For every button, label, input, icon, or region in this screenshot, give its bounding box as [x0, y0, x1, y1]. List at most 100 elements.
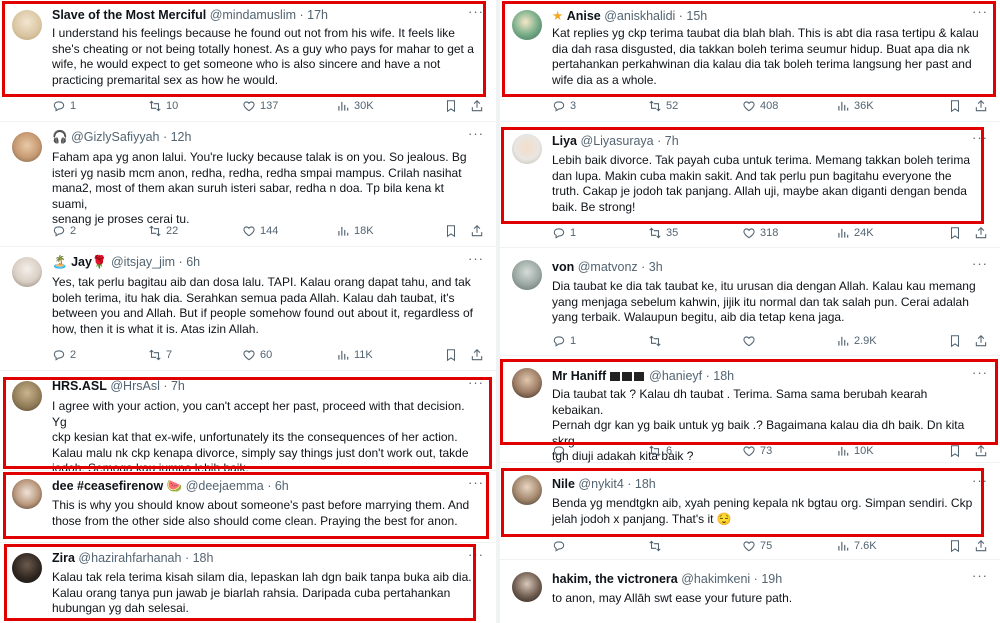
- tweet[interactable]: Zira @hazirahfarhanah · 18h ··· Kalau tak…: [0, 543, 496, 623]
- retweet-button[interactable]: 35: [648, 226, 678, 240]
- views-button[interactable]: 2.9K: [836, 334, 877, 348]
- more-icon[interactable]: ···: [468, 126, 484, 141]
- views-button[interactable]: 30K: [336, 99, 374, 113]
- avatar[interactable]: [12, 132, 42, 162]
- author-name[interactable]: Jay: [71, 255, 92, 269]
- avatar[interactable]: [12, 10, 42, 40]
- avatar[interactable]: [512, 10, 542, 40]
- timestamp[interactable]: 3h: [649, 260, 663, 274]
- timestamp[interactable]: 7h: [665, 134, 679, 148]
- views-button[interactable]: 7.6K: [836, 539, 877, 553]
- more-icon[interactable]: ···: [972, 4, 988, 19]
- share-button[interactable]: [470, 348, 484, 362]
- author-handle[interactable]: @hazirahfarhanah: [78, 551, 181, 565]
- retweet-button[interactable]: 52: [648, 99, 678, 113]
- retweet-button[interactable]: 22: [148, 224, 178, 238]
- tweet[interactable]: Slave of the Most Merciful @mindamuslim …: [0, 0, 496, 122]
- views-button[interactable]: 36K: [836, 99, 874, 113]
- author-name[interactable]: Slave of the Most Merciful: [52, 8, 206, 22]
- author-handle[interactable]: @mindamuslim: [210, 8, 296, 22]
- timestamp[interactable]: 15h: [686, 9, 707, 23]
- avatar[interactable]: [12, 553, 42, 583]
- more-icon[interactable]: ···: [972, 130, 988, 145]
- views-button[interactable]: 18K: [336, 224, 374, 238]
- views-button[interactable]: 10K: [836, 444, 874, 458]
- reply-button[interactable]: [552, 444, 570, 458]
- reply-button[interactable]: [552, 539, 570, 553]
- timestamp[interactable]: 7h: [171, 379, 185, 393]
- retweet-button[interactable]: 6: [648, 444, 672, 458]
- reply-button[interactable]: 2: [52, 224, 76, 238]
- author-name[interactable]: Nile: [552, 477, 575, 491]
- author-handle[interactable]: @GizlySafiyyah: [71, 130, 159, 144]
- more-icon[interactable]: ···: [468, 547, 484, 562]
- tweet[interactable]: Liya @Liyasuraya · 7h ··· Lebih baik divo…: [500, 122, 1000, 248]
- more-icon[interactable]: ···: [468, 4, 484, 19]
- avatar[interactable]: [12, 381, 42, 411]
- author-handle[interactable]: @hanieyf: [649, 369, 702, 383]
- timestamp[interactable]: 17h: [307, 8, 328, 22]
- author-name[interactable]: von: [552, 260, 574, 274]
- like-button[interactable]: [742, 334, 760, 348]
- bookmark-button[interactable]: [948, 444, 962, 458]
- share-button[interactable]: [974, 99, 988, 113]
- avatar[interactable]: [12, 479, 42, 509]
- author-handle[interactable]: @HrsAsl: [110, 379, 160, 393]
- more-icon[interactable]: ···: [972, 473, 988, 488]
- author-handle[interactable]: @nykit4: [578, 477, 623, 491]
- author-handle[interactable]: @hakimkeni: [681, 572, 750, 586]
- share-button[interactable]: [470, 224, 484, 238]
- more-icon[interactable]: ···: [468, 475, 484, 490]
- timestamp[interactable]: 18h: [713, 369, 734, 383]
- like-button[interactable]: 318: [742, 226, 778, 240]
- like-button[interactable]: 75: [742, 539, 772, 553]
- avatar[interactable]: [512, 572, 542, 602]
- reply-button[interactable]: 2: [52, 348, 76, 362]
- share-button[interactable]: [974, 226, 988, 240]
- reply-button[interactable]: 1: [552, 226, 576, 240]
- reply-button[interactable]: 3: [552, 99, 576, 113]
- avatar[interactable]: [512, 260, 542, 290]
- tweet[interactable]: HRS.ASL @HrsAsl · 7h ··· I agree with you…: [0, 371, 496, 475]
- share-button[interactable]: [974, 444, 988, 458]
- tweet[interactable]: Mr Haniff @hanieyf · 18h ··· Dia taubat t…: [500, 356, 1000, 463]
- tweet[interactable]: 🏝️ Jay🌹 @itsjay_jim · 6h ··· Yes, tak per…: [0, 247, 496, 371]
- retweet-button[interactable]: [648, 539, 666, 553]
- author-name[interactable]: dee #ceasefirenow: [52, 479, 163, 493]
- author-name[interactable]: hakim, the victronera: [552, 572, 678, 586]
- avatar[interactable]: [512, 368, 542, 398]
- retweet-button[interactable]: 7: [148, 348, 172, 362]
- bookmark-button[interactable]: [444, 99, 458, 113]
- bookmark-button[interactable]: [444, 348, 458, 362]
- tweet[interactable]: hakim, the victronera @hakimkeni · 19h ··…: [500, 560, 1000, 623]
- bookmark-button[interactable]: [948, 99, 962, 113]
- avatar[interactable]: [512, 475, 542, 505]
- bookmark-button[interactable]: [948, 334, 962, 348]
- more-icon[interactable]: ···: [972, 365, 988, 380]
- tweet[interactable]: Nile @nykit4 · 18h ··· Benda yg mendtgkn …: [500, 463, 1000, 560]
- tweet[interactable]: ★ Anise @aniskhalidi · 15h ··· Kat replie…: [500, 0, 1000, 122]
- bookmark-button[interactable]: [444, 224, 458, 238]
- timestamp[interactable]: 18h: [635, 477, 656, 491]
- author-handle[interactable]: @deejaemma: [186, 479, 264, 493]
- bookmark-button[interactable]: [948, 539, 962, 553]
- author-name[interactable]: Zira: [52, 551, 75, 565]
- tweet[interactable]: dee #ceasefirenow 🍉 @deejaemma · 6h ··· T…: [0, 471, 496, 543]
- reply-button[interactable]: 1: [52, 99, 76, 113]
- tweet[interactable]: 🎧 @GizlySafiyyah · 12h ··· Faham apa yg a…: [0, 122, 496, 247]
- like-button[interactable]: 60: [242, 348, 272, 362]
- author-name[interactable]: HRS.ASL: [52, 379, 107, 393]
- avatar[interactable]: [512, 134, 542, 164]
- retweet-button[interactable]: [648, 334, 666, 348]
- more-icon[interactable]: ···: [972, 256, 988, 271]
- author-handle[interactable]: @aniskhalidi: [604, 9, 675, 23]
- more-icon[interactable]: ···: [972, 568, 988, 583]
- timestamp[interactable]: 19h: [761, 572, 782, 586]
- reply-button[interactable]: 1: [552, 334, 576, 348]
- views-button[interactable]: 24K: [836, 226, 874, 240]
- author-handle[interactable]: @matvonz: [578, 260, 638, 274]
- share-button[interactable]: [974, 539, 988, 553]
- bookmark-button[interactable]: [948, 226, 962, 240]
- author-name[interactable]: Liya: [552, 134, 577, 148]
- like-button[interactable]: 137: [242, 99, 278, 113]
